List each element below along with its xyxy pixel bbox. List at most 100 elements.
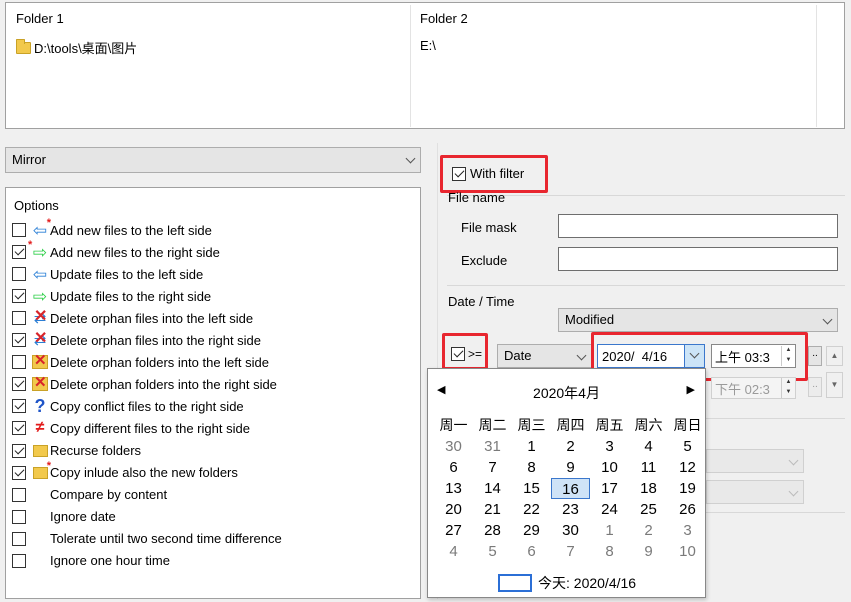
spin-up-icon[interactable]: ▲ (782, 378, 795, 388)
today-link[interactable]: 今天: 2020/4/16 (498, 573, 636, 593)
spin-down-icon[interactable]: ▼ (782, 388, 795, 398)
calendar-day[interactable]: 7 (551, 541, 590, 562)
calendar-day[interactable]: 4 (434, 541, 473, 562)
scroll-up-icon[interactable]: ▲ (826, 346, 843, 366)
option-checkbox[interactable] (12, 289, 26, 304)
calendar-day[interactable]: 9 (551, 457, 590, 478)
calendar-day[interactable]: 8 (590, 541, 629, 562)
calendar-day[interactable]: 24 (590, 499, 629, 520)
calendar-day[interactable]: 20 (434, 499, 473, 520)
checkbox[interactable] (451, 347, 465, 361)
calendar-day[interactable]: 15 (512, 478, 551, 499)
option-checkbox[interactable] (12, 245, 26, 260)
checkbox[interactable] (452, 166, 466, 181)
calendar-day[interactable]: 30 (434, 436, 473, 457)
calendar-day[interactable]: 22 (512, 499, 551, 520)
calendar-day[interactable]: 6 (512, 541, 551, 562)
calendar-day[interactable]: 10 (668, 541, 707, 562)
calendar-day[interactable]: 30 (551, 520, 590, 541)
exclude-input[interactable] (558, 247, 838, 271)
date-criteria-checkbox[interactable]: >= (451, 347, 482, 361)
option-checkbox[interactable] (12, 553, 26, 568)
calendar-day[interactable]: 28 (473, 520, 512, 541)
calendar-day[interactable]: 12 (668, 457, 707, 478)
calendar-day[interactable]: 1 (512, 436, 551, 457)
time-picker-2[interactable]: 下午 02:3 ▲ ▼ (711, 377, 796, 399)
option-row[interactable]: ⇦ * Add new files to the left side (12, 218, 212, 241)
option-checkbox[interactable] (12, 443, 26, 458)
calendar-day[interactable]: 5 (473, 541, 512, 562)
option-row[interactable]: ⇨ * Add new files to the right side (12, 240, 220, 263)
calendar-day[interactable]: 9 (629, 541, 668, 562)
calendar-day[interactable]: 2 (551, 436, 590, 457)
more-button-2[interactable]: .. (808, 377, 822, 397)
calendar-day[interactable]: 10 (590, 457, 629, 478)
calendar-day[interactable]: 13 (434, 478, 473, 499)
calendar-day[interactable]: 26 (668, 499, 707, 520)
next-month-icon[interactable]: ▶ (687, 383, 695, 396)
time-spinner[interactable]: ▲ ▼ (781, 346, 795, 366)
folder1-path-row[interactable]: D:\tools\桌面\图片 (16, 38, 137, 57)
calendar-day[interactable]: 21 (473, 499, 512, 520)
option-row[interactable]: Ignore date (12, 506, 116, 528)
option-row[interactable]: * Copy inlude also the new folders (12, 460, 238, 484)
option-checkbox[interactable] (12, 487, 26, 502)
option-checkbox[interactable] (12, 421, 26, 436)
calendar-day[interactable]: 25 (629, 499, 668, 520)
calendar-day[interactable]: 5 (668, 436, 707, 457)
scroll-down-icon[interactable]: ▼ (826, 372, 843, 398)
calendar-day[interactable]: 27 (434, 520, 473, 541)
option-row[interactable]: ≠ Copy different files to the right side (12, 417, 250, 439)
sync-mode-select[interactable]: Mirror (5, 147, 421, 173)
calendar-day[interactable]: 3 (668, 520, 707, 541)
calendar-day[interactable]: 3 (590, 436, 629, 457)
calendar-day[interactable]: 4 (629, 436, 668, 457)
option-row[interactable]: ✕ Delete orphan folders into the left sid… (12, 351, 269, 373)
option-row[interactable]: Recurse folders (12, 440, 141, 462)
disabled-select-2[interactable] (706, 480, 804, 504)
calendar-day[interactable]: 6 (434, 457, 473, 478)
with-filter-checkbox[interactable]: With filter (452, 166, 524, 181)
option-row[interactable]: Tolerate until two second time differenc… (12, 528, 282, 550)
spin-up-icon[interactable]: ▲ (782, 346, 795, 356)
date-picker[interactable]: 2020/ 4/16 (597, 344, 705, 368)
date-kind-select[interactable]: Modified (558, 308, 838, 332)
option-row[interactable]: ⇨ Update files to the right side (12, 285, 211, 307)
option-checkbox[interactable] (12, 333, 26, 348)
option-checkbox[interactable] (12, 355, 26, 370)
calendar-month-title[interactable]: 2020年4月 (428, 383, 705, 403)
option-checkbox[interactable] (12, 465, 26, 480)
calendar-day[interactable]: 1 (590, 520, 629, 541)
calendar-day[interactable]: 2 (629, 520, 668, 541)
option-checkbox[interactable] (12, 377, 26, 392)
option-checkbox[interactable] (12, 531, 26, 546)
calendar-dropdown-button[interactable] (684, 345, 704, 367)
calendar-day[interactable]: 31 (473, 436, 512, 457)
option-checkbox[interactable] (12, 311, 26, 326)
calendar-day[interactable]: 14 (473, 478, 512, 499)
calendar-day[interactable]: 11 (629, 457, 668, 478)
option-row[interactable]: ⇦ Update files to the left side (12, 263, 203, 285)
file-mask-input[interactable] (558, 214, 838, 238)
option-row[interactable]: ✕ Delete orphan folders into the right si… (12, 373, 277, 395)
date-type-select[interactable]: Date (497, 344, 592, 368)
calendar-day[interactable]: 17 (590, 478, 629, 499)
option-row[interactable]: ? Copy conflict files to the right side (12, 395, 244, 417)
folder2-path[interactable]: E:\ (420, 38, 436, 53)
option-row[interactable]: ⇄ ✕ Delete orphan files into the left side (12, 307, 253, 329)
calendar-day[interactable]: 29 (512, 520, 551, 541)
option-checkbox[interactable] (12, 267, 26, 282)
option-row[interactable]: Ignore one hour time (12, 550, 170, 572)
option-checkbox[interactable] (12, 223, 26, 237)
option-row[interactable]: ⇄ ✕ Delete orphan files into the right sid… (12, 329, 261, 351)
calendar-day[interactable]: 7 (473, 457, 512, 478)
time-picker[interactable]: 上午 03:3 ▲ ▼ (711, 344, 796, 368)
calendar-popup[interactable]: ◀ 2020年4月 ▶ 周一 周二 周三 周四 周五 周六 周日 30 31 1 2 3 4 5 6 7 8 9 1… (427, 368, 706, 598)
calendar-day[interactable]: 19 (668, 478, 707, 499)
option-row[interactable]: Compare by content (12, 484, 167, 506)
option-checkbox[interactable] (12, 399, 26, 414)
spin-down-icon[interactable]: ▼ (782, 356, 795, 366)
calendar-day[interactable]: 18 (629, 478, 668, 499)
more-button[interactable]: .. (808, 346, 822, 366)
calendar-day-selected[interactable]: 16 (551, 478, 590, 499)
